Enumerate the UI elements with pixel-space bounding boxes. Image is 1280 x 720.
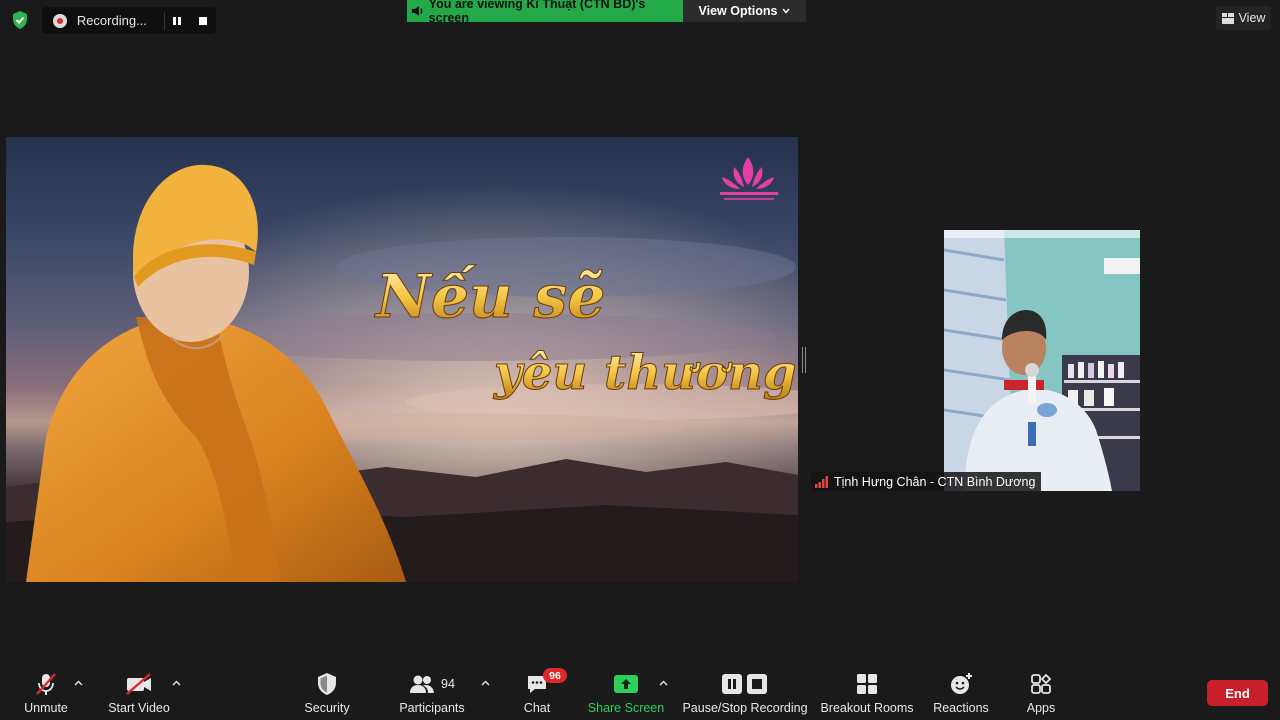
participants-button[interactable]: 94 Participants <box>396 670 468 720</box>
chevron-down-icon <box>782 8 791 14</box>
reactions-label: Reactions <box>933 701 989 715</box>
shared-screen: Nếu sẽ yêu thương <box>6 137 798 582</box>
pause-stop-recording-label: Pause/Stop Recording <box>682 701 808 715</box>
apps-button[interactable]: Apps <box>1022 670 1060 720</box>
view-button[interactable]: View <box>1216 6 1271 30</box>
chat-unread-badge: 96 <box>543 668 567 683</box>
start-video-button[interactable]: Start Video <box>106 670 172 720</box>
participants-count: 94 <box>441 677 455 691</box>
people-icon <box>410 675 435 693</box>
participants-icon-group: 94 <box>409 670 455 698</box>
breakout-rooms-icon <box>856 670 878 698</box>
security-button[interactable]: Security <box>302 670 352 720</box>
share-screen-icon <box>613 670 639 698</box>
end-label: End <box>1225 685 1250 701</box>
share-options-caret[interactable] <box>657 676 669 690</box>
security-shield-icon[interactable] <box>9 9 31 31</box>
breakout-rooms-label: Breakout Rooms <box>820 701 914 715</box>
participant-name-tag: Tịnh Hưng Chân - CTN Bình Dương <box>811 472 1042 491</box>
audio-options-caret[interactable] <box>72 676 84 690</box>
view-label: View <box>1238 11 1266 25</box>
resize-splitter[interactable] <box>802 347 806 373</box>
title-line-2: yêu thương <box>493 345 796 401</box>
viewing-screen-banner: You are viewing Kĩ Thuật (CTN BD)'s scre… <box>407 0 683 25</box>
participants-options-caret[interactable] <box>479 676 491 690</box>
video-options-caret[interactable] <box>170 676 182 690</box>
pause-icon <box>173 16 182 25</box>
share-screen-label: Share Screen <box>587 701 665 715</box>
breakout-rooms-button[interactable]: Breakout Rooms <box>820 670 914 720</box>
chevron-up-icon <box>658 680 668 686</box>
pause-stop-icon <box>722 674 767 694</box>
recording-label: Recording... <box>76 13 147 28</box>
smiley-plus-icon <box>949 670 973 698</box>
view-options-button[interactable]: View Options <box>683 0 806 22</box>
chevron-up-icon <box>480 680 490 686</box>
shield-icon <box>315 670 339 698</box>
grid-view-icon <box>1221 12 1234 24</box>
security-label: Security <box>304 701 350 715</box>
recording-indicator: Recording... <box>42 7 216 34</box>
pause-stop-recording-button[interactable]: Pause/Stop Recording <box>682 670 808 720</box>
signal-strength-icon <box>815 475 828 488</box>
end-meeting-button[interactable]: End <box>1207 680 1268 706</box>
video-off-icon <box>124 670 154 698</box>
viewing-text: You are viewing Kĩ Thuật (CTN BD)'s scre… <box>428 0 646 25</box>
speaker-icon <box>411 6 423 16</box>
chat-button[interactable]: 96 Chat <box>518 668 567 720</box>
stop-recording-button[interactable] <box>190 7 216 34</box>
view-options-label: View Options <box>698 4 778 18</box>
participants-label: Participants <box>399 701 465 715</box>
record-dot-icon <box>53 13 67 28</box>
stop-icon <box>199 16 208 25</box>
unmute-label: Unmute <box>24 701 68 715</box>
muted-mic-icon <box>33 670 59 698</box>
unmute-button[interactable]: Unmute <box>22 670 70 720</box>
pause-stop-icons <box>721 670 769 698</box>
participant-video-frame <box>944 230 1140 491</box>
shared-screen-artwork: Nếu sẽ yêu thương <box>6 137 798 582</box>
apps-label: Apps <box>1026 701 1056 715</box>
share-screen-button[interactable]: Share Screen <box>588 670 664 720</box>
pause-recording-button[interactable] <box>165 7 191 34</box>
chevron-up-icon <box>171 680 181 686</box>
reactions-button[interactable]: Reactions <box>932 670 990 720</box>
start-video-label: Start Video <box>108 701 170 715</box>
participant-name: Tịnh Hưng Chân - CTN Bình Dương <box>834 474 1036 489</box>
title-line-1: Nếu sẽ <box>374 262 605 332</box>
participant-video-tile[interactable] <box>944 230 1140 491</box>
apps-icon <box>1030 670 1052 698</box>
chat-icon: 96 <box>525 668 567 698</box>
chat-label: Chat <box>523 701 551 715</box>
chevron-up-icon <box>73 680 83 686</box>
